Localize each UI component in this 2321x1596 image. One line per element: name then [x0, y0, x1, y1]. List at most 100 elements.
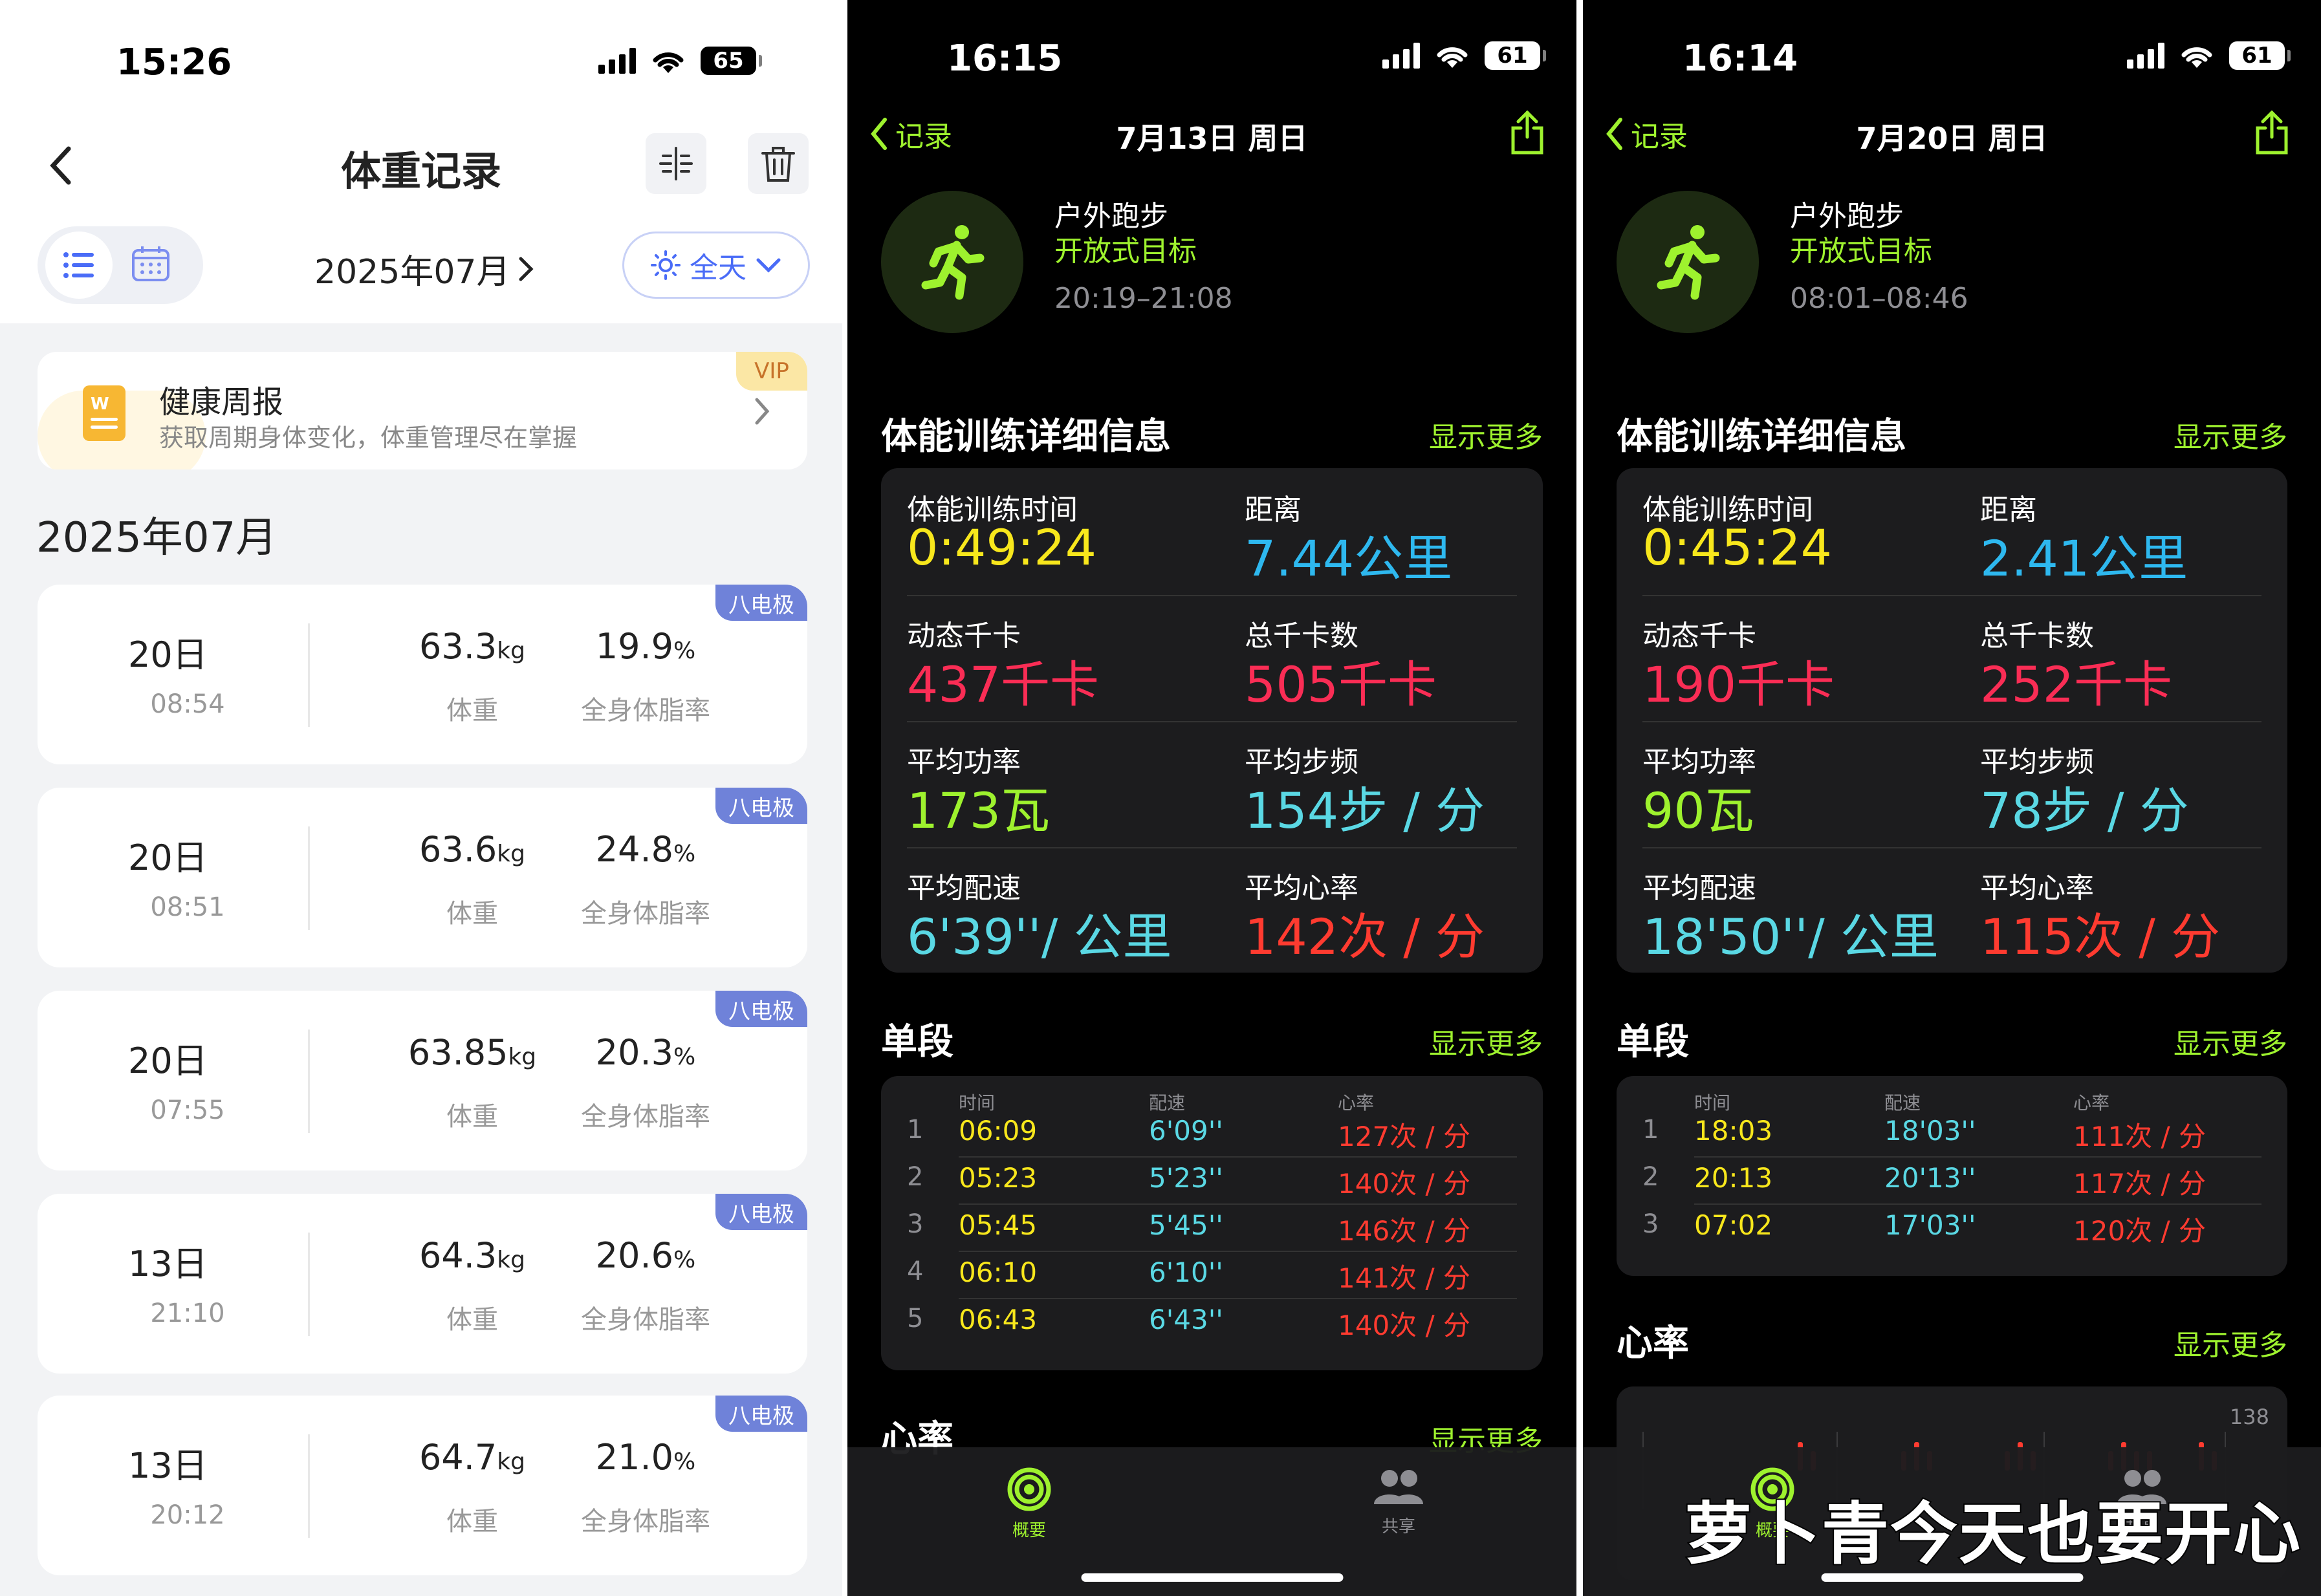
wifi-icon	[1437, 47, 1468, 68]
body-fat-value: 19.9%	[595, 626, 696, 667]
split-time: 18:03	[1694, 1115, 1773, 1147]
split-pace: 6'10''	[1149, 1256, 1223, 1288]
electrode-tag: 八电极	[715, 1194, 807, 1230]
record-card[interactable]: 八电极 20日 07:55 63.85kg 体重 20.3% 全身体脂率	[38, 991, 807, 1170]
compare-button[interactable]	[646, 133, 706, 194]
weight-label: 体重	[446, 1507, 498, 1537]
split-time-header: 时间	[1694, 1092, 1731, 1114]
avg-heart-rate-value: 142次 / 分	[1245, 908, 1485, 965]
weight-value: 64.3kg	[419, 1235, 525, 1276]
heart-rate-show-more-link[interactable]: 显示更多	[2174, 1322, 2287, 1363]
split-heart-rate: 120次 / 分	[2073, 1215, 2207, 1247]
avg-heart-rate-value: 115次 / 分	[1980, 908, 2220, 965]
workout-goal: 开放式目标	[1790, 235, 1932, 268]
electrode-tag: 八电极	[715, 585, 807, 621]
section-title: 2025年07月	[36, 514, 278, 562]
health-report-banner[interactable]: W 健康周报 获取周期身体变化，体重管理尽在掌握 VIP	[38, 352, 807, 469]
workout-type-badge	[1617, 191, 1759, 333]
status-time: 16:14	[1683, 38, 1798, 80]
details-show-more-link[interactable]: 显示更多	[2174, 414, 2287, 455]
tab-summary[interactable]: 概要	[1007, 1467, 1052, 1541]
divider	[1694, 1203, 2261, 1205]
battery-icon: 61	[1485, 41, 1546, 70]
avg-cadence-value: 154步 / 分	[1245, 782, 1485, 839]
workout-time-range: 08:01–08:46	[1790, 282, 1968, 315]
record-card[interactable]: 八电极 13日 20:12 64.7kg 体重 21.0% 全身体脂率	[38, 1396, 807, 1575]
body-fat-value: 21.0%	[595, 1437, 696, 1478]
running-icon	[1657, 225, 1720, 300]
split-number: 1	[907, 1115, 924, 1145]
avg-power-value: 173瓦	[907, 782, 1051, 839]
workout-goal: 开放式目标	[1054, 235, 1197, 268]
split-number: 5	[907, 1304, 924, 1333]
split-pace: 5'23''	[1149, 1162, 1223, 1194]
record-day: 20日	[128, 1041, 208, 1081]
weight-label: 体重	[446, 696, 498, 726]
divider	[959, 1156, 1517, 1158]
split-heart-rate: 111次 / 分	[2073, 1121, 2207, 1152]
splits-card: 时间 配速 心率 1 18:03 18'03'' 111次 / 分 2 20:13 20'13''…	[1617, 1076, 2287, 1276]
split-time: 06:10	[959, 1256, 1038, 1288]
splits-show-more-link[interactable]: 显示更多	[1429, 1020, 1543, 1062]
battery-icon: 65	[701, 47, 762, 75]
compare-icon	[659, 147, 693, 180]
split-number: 2	[1642, 1162, 1659, 1192]
list-view-button[interactable]	[45, 232, 113, 299]
divider	[1694, 1156, 2261, 1158]
time-filter-dropdown[interactable]: 全天	[622, 232, 810, 299]
split-time: 06:43	[959, 1304, 1038, 1335]
share-icon[interactable]	[2254, 110, 2290, 155]
body-fat-label: 全身体脂率	[581, 1305, 710, 1335]
record-card[interactable]: 八电极 13日 21:10 64.3kg 体重 20.6% 全身体脂率	[38, 1194, 807, 1374]
watermark-caption: 萝卜青今天也要开心	[1683, 1493, 2302, 1575]
split-number: 2	[907, 1162, 924, 1192]
view-toggle	[38, 226, 203, 304]
month-selector[interactable]: 2025年07月	[314, 244, 535, 293]
divider	[959, 1203, 1517, 1205]
split-heart-rate: 117次 / 分	[2073, 1168, 2207, 1200]
total-calories-value: 252千卡	[1980, 656, 2173, 713]
divider	[308, 1233, 310, 1336]
tab-sharing[interactable]: 共享	[1371, 1467, 1426, 1537]
record-time: 08:51	[150, 892, 225, 922]
weight-value: 63.3kg	[419, 626, 525, 667]
signal-icon	[2127, 43, 2164, 69]
split-pace: 6'43''	[1149, 1304, 1223, 1335]
split-number: 3	[907, 1209, 924, 1239]
delete-button[interactable]	[748, 133, 809, 194]
battery-icon: 61	[2229, 41, 2291, 70]
banner-title: 健康周报	[159, 384, 284, 420]
avg-pace-value: 18'50''/ 公里	[1642, 908, 1939, 965]
split-number: 1	[1642, 1115, 1659, 1145]
divider	[308, 623, 310, 727]
record-time: 07:55	[150, 1095, 225, 1125]
page-title: 体重记录	[340, 147, 501, 195]
chevron-right-icon	[755, 398, 770, 425]
split-time: 05:23	[959, 1162, 1038, 1194]
details-show-more-link[interactable]: 显示更多	[1429, 414, 1543, 455]
workout-type-badge	[881, 191, 1023, 333]
share-icon[interactable]	[1509, 110, 1545, 155]
split-pace: 18'03''	[1884, 1115, 1976, 1147]
divider	[959, 1298, 1517, 1299]
vip-badge: VIP	[736, 352, 807, 391]
record-time: 21:10	[150, 1299, 225, 1328]
record-card[interactable]: 八电极 20日 08:54 63.3kg 体重 19.9% 全身体脂率	[38, 585, 807, 764]
heart-rate-title: 心率	[1617, 1322, 1689, 1364]
split-heart-rate: 141次 / 分	[1338, 1262, 1471, 1294]
split-time: 07:02	[1694, 1209, 1773, 1241]
body-fat-label: 全身体脂率	[581, 1507, 710, 1537]
splits-show-more-link[interactable]: 显示更多	[2174, 1020, 2287, 1062]
divider	[1642, 721, 2261, 722]
distance-value: 7.44公里	[1245, 530, 1453, 587]
split-pace-header: 配速	[1149, 1092, 1186, 1114]
split-pace: 5'45''	[1149, 1209, 1223, 1241]
home-indicator	[1081, 1573, 1343, 1582]
calendar-view-button[interactable]	[131, 245, 171, 285]
record-day: 20日	[128, 837, 208, 878]
workout-date: 7月20日 周日	[1856, 121, 2048, 156]
weight-value: 63.85kg	[408, 1032, 537, 1073]
metrics-card: 体能训练时间 0:49:24 距离 7.44公里 动态千卡 437千卡 总千卡数 505千卡平…	[881, 468, 1543, 973]
chevron-right-icon	[519, 257, 534, 281]
record-card[interactable]: 八电极 20日 08:51 63.6kg 体重 24.8% 全身体脂率	[38, 788, 807, 967]
